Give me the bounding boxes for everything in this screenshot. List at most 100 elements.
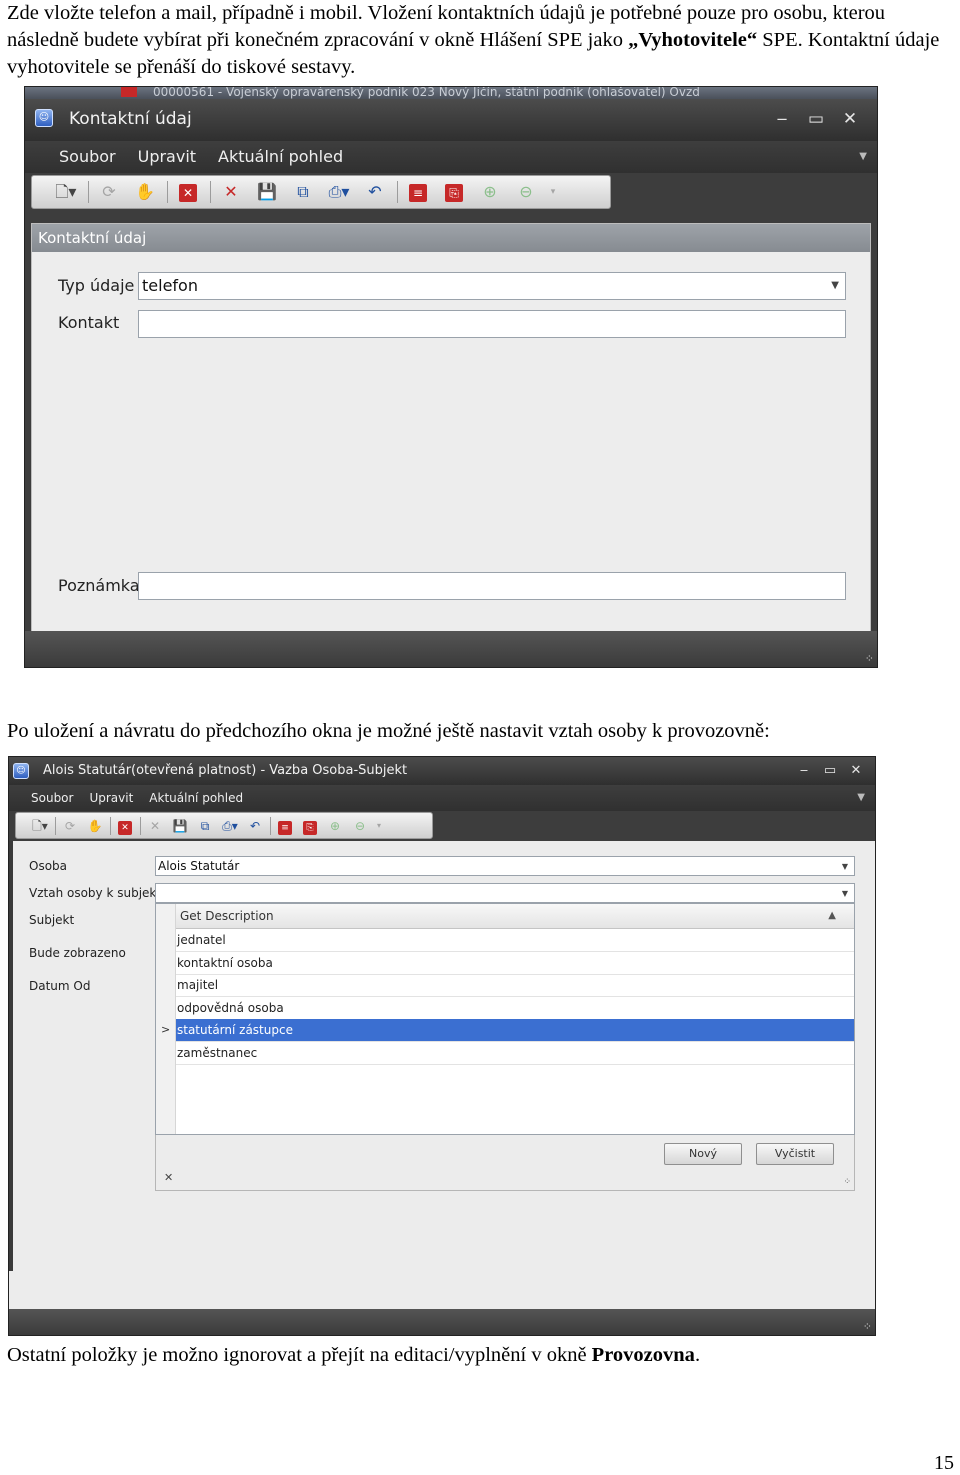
- menu-overflow-icon[interactable]: ▼: [857, 785, 865, 811]
- clear-button[interactable]: Vyčistit: [756, 1143, 834, 1165]
- background-window-icon: [121, 87, 137, 97]
- window-title: Alois Statutár(otevřená platnost) - Vazb…: [43, 763, 408, 778]
- chevron-down-icon[interactable]: ▼: [831, 273, 839, 299]
- status-bar: ⁘: [9, 1309, 875, 1335]
- print-icon[interactable]: ⎙▾: [220, 817, 240, 835]
- toolbar-separator: [55, 816, 56, 835]
- close-box-icon[interactable]: ✕: [174, 181, 202, 203]
- row-indicator-column: [156, 904, 176, 1134]
- save-all-icon[interactable]: ⧉: [289, 181, 317, 203]
- resize-grip-icon[interactable]: ⁘: [843, 1178, 851, 1187]
- vztah-select[interactable]: ▼: [155, 883, 855, 903]
- refresh-icon[interactable]: ⟳: [60, 817, 80, 835]
- contact-window-titlebar[interactable]: ☺ Kontaktní údaj ‒ ▭ ✕: [25, 99, 877, 141]
- menu-aktualni-pohled[interactable]: Aktuální pohled: [149, 785, 243, 811]
- undo-icon[interactable]: ↶: [361, 181, 389, 203]
- toolbar-separator: [110, 816, 111, 835]
- toolbar: 🗋▾ ⟳ ✋ ✕ ✕ 💾 ⧉ ⎙▾ ↶ ≡ ⎘ ⊕ ⊖ ▾: [31, 175, 611, 209]
- menu-soubor[interactable]: Soubor: [31, 785, 73, 811]
- save-icon[interactable]: 💾: [170, 817, 190, 835]
- closing-bold: Provozovna: [591, 1344, 695, 1366]
- contact-label: Kontakt: [58, 313, 120, 332]
- relation-window-titlebar[interactable]: ☺ Alois Statutár(otevřená platnost) - Va…: [9, 757, 875, 785]
- type-label: Typ údaje: [58, 276, 135, 295]
- osoba-select[interactable]: Alois Statutár ▼: [155, 856, 855, 876]
- remove-icon[interactable]: ⊖: [512, 181, 540, 203]
- contact-input[interactable]: [138, 310, 846, 338]
- remove-icon[interactable]: ⊖: [350, 817, 370, 835]
- intro-bold: „Vyhotovitele“: [628, 29, 758, 51]
- closing-paragraph: Ostatní položky je možno ignorovat a pře…: [7, 1342, 954, 1369]
- close-icon[interactable]: ✕: [843, 757, 869, 785]
- resize-grip-icon[interactable]: ⁘: [865, 653, 874, 664]
- chevron-down-icon[interactable]: ▼: [842, 885, 848, 903]
- list-item[interactable]: kontaktní osoba: [176, 952, 854, 975]
- maximize-icon[interactable]: ▭: [817, 757, 843, 785]
- relation-panel: Osoba Alois Statutár ▼ Vztah osoby k sub…: [9, 841, 875, 1311]
- type-value: telefon: [142, 276, 198, 295]
- resize-grip-icon[interactable]: ⁘: [863, 1321, 872, 1332]
- osoba-label: Osoba: [29, 859, 68, 873]
- close-box-icon[interactable]: ✕: [115, 817, 135, 835]
- datum-od-label: Datum Od: [29, 979, 91, 993]
- relation-dropdown-list[interactable]: Get Description ▲ jednatel kontaktní osob…: [155, 903, 855, 1135]
- new-button[interactable]: Nový: [664, 1143, 742, 1165]
- vztah-label: Vztah osoby k subjektu: [29, 886, 169, 900]
- note-input[interactable]: [138, 572, 846, 600]
- chevron-down-icon[interactable]: ▼: [842, 858, 848, 876]
- panel-title: Kontaktní údaj: [32, 224, 870, 252]
- new-document-icon[interactable]: 🗋▾: [52, 181, 80, 203]
- delete-icon[interactable]: ✕: [217, 181, 245, 203]
- add-icon[interactable]: ⊕: [476, 181, 504, 203]
- new-document-icon[interactable]: 🗋▾: [30, 817, 50, 835]
- bude-zobrazeno-label: Bude zobrazeno: [29, 946, 126, 960]
- print-icon[interactable]: ⎙▾: [325, 181, 353, 203]
- list-item[interactable]: jednatel: [176, 929, 854, 952]
- toolbar: 🗋▾ ⟳ ✋ ✕ ✕ 💾 ⧉ ⎙▾ ↶ ≡ ⎘ ⊕ ⊖ ▾: [15, 812, 433, 839]
- list-item[interactable]: zaměstnanec: [176, 1042, 854, 1065]
- list-item[interactable]: majitel: [176, 974, 854, 998]
- close-dropdown-icon[interactable]: ✕: [164, 1171, 173, 1184]
- toolbar-separator: [397, 181, 398, 203]
- minimize-icon[interactable]: ‒: [765, 99, 799, 139]
- hand-icon[interactable]: ✋: [85, 817, 105, 835]
- report-icon[interactable]: ≡: [275, 817, 295, 835]
- hand-icon[interactable]: ✋: [131, 181, 159, 203]
- status-bar: ⁘: [25, 631, 877, 667]
- report-icon[interactable]: ≡: [404, 181, 432, 203]
- window-title: Kontaktní údaj: [69, 109, 192, 129]
- closing-text-end: .: [694, 1344, 701, 1366]
- toolbar-separator: [270, 816, 271, 835]
- menu-bar: Soubor Upravit Aktuální pohled ▼: [9, 785, 875, 811]
- list-item[interactable]: odpovědná osoba: [176, 997, 854, 1020]
- menu-soubor[interactable]: Soubor: [59, 141, 116, 173]
- minimize-icon[interactable]: ‒: [791, 757, 817, 785]
- toolbar-overflow-icon[interactable]: ▾: [375, 817, 383, 835]
- refresh-icon[interactable]: ⟳: [95, 181, 123, 203]
- maximize-icon[interactable]: ▭: [799, 99, 833, 139]
- menu-overflow-icon[interactable]: ▼: [859, 141, 867, 173]
- toolbar-separator: [140, 816, 141, 835]
- save-icon[interactable]: 💾: [253, 181, 281, 203]
- menu-upravit[interactable]: Upravit: [89, 785, 133, 811]
- export-icon[interactable]: ⎘: [300, 817, 320, 835]
- delete-icon[interactable]: ✕: [145, 817, 165, 835]
- toolbar-overflow-icon[interactable]: ▾: [548, 181, 558, 203]
- undo-icon[interactable]: ↶: [245, 817, 265, 835]
- add-icon[interactable]: ⊕: [325, 817, 345, 835]
- menu-aktualni-pohled[interactable]: Aktuální pohled: [218, 141, 343, 173]
- page-number: 15: [934, 1452, 954, 1474]
- close-icon[interactable]: ✕: [833, 99, 867, 139]
- menu-upravit[interactable]: Upravit: [138, 141, 196, 173]
- list-item[interactable]: statutární zástupce: [176, 1019, 854, 1043]
- type-select[interactable]: telefon ▼: [138, 272, 846, 300]
- intro-paragraph: Zde vložte telefon a mail, případně i mo…: [7, 0, 954, 81]
- osoba-value: Alois Statutár: [158, 859, 240, 873]
- window-controls: ‒ ▭ ✕: [791, 757, 869, 785]
- contact-panel: Kontaktní údaj Typ údaje telefon ▼ Konta…: [31, 223, 871, 633]
- current-row-icon: >: [161, 1023, 171, 1037]
- column-header-label: Get Description: [180, 909, 274, 923]
- save-all-icon[interactable]: ⧉: [195, 817, 215, 835]
- export-icon[interactable]: ⎘: [440, 181, 468, 203]
- list-column-header[interactable]: Get Description ▲: [176, 904, 854, 929]
